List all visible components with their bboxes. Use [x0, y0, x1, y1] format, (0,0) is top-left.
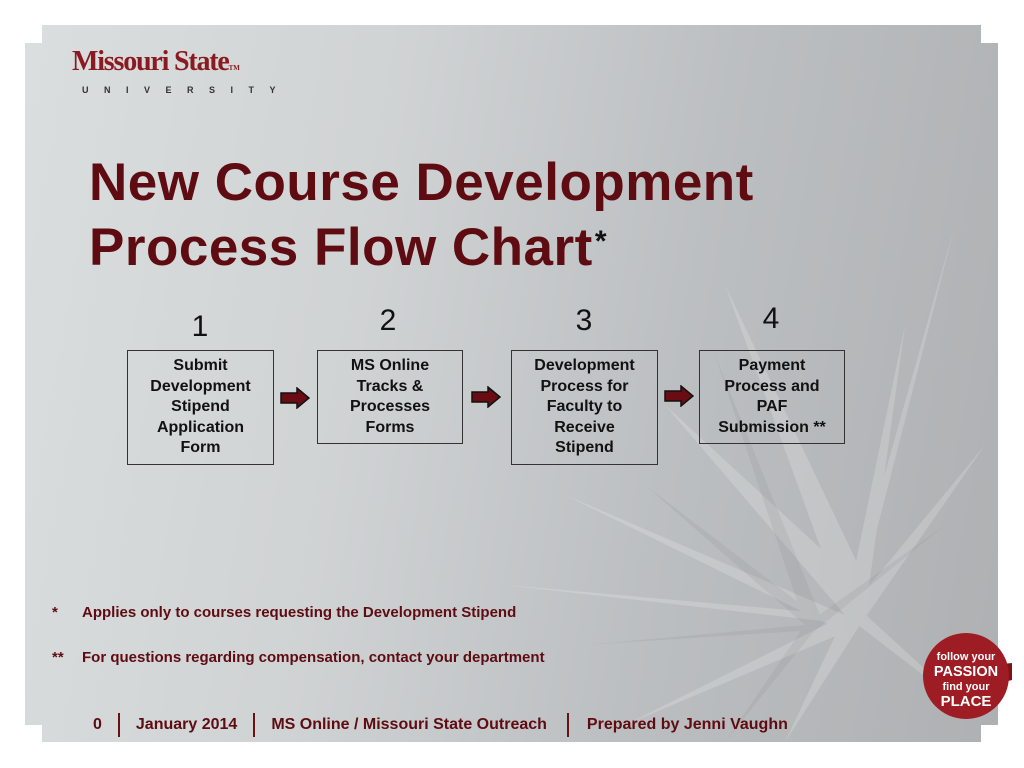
- title-line-2: Process Flow Chart*: [89, 215, 754, 280]
- page-number: 0: [93, 716, 102, 733]
- footnote-single-asterisk: * Applies only to courses requesting the …: [52, 604, 516, 621]
- footer-divider: [253, 713, 256, 737]
- footer-divider: [566, 713, 569, 737]
- title-asterisk: *: [594, 225, 607, 258]
- right-arrow-icon: [664, 385, 694, 407]
- step-number-4: 4: [762, 302, 780, 335]
- footnote-mark: *: [52, 604, 58, 621]
- footer-prepared-by: Prepared by Jenni Vaughn: [586, 716, 788, 733]
- logo-name: Missouri State: [72, 46, 230, 77]
- right-arrow-icon: [471, 386, 501, 408]
- step-box-1: Submit Development Stipend Application F…: [127, 350, 274, 465]
- title-line-2-text: Process Flow Chart: [89, 218, 593, 277]
- step-box-2: MS Online Tracks & Processes Forms: [317, 350, 463, 444]
- logo-wordmark: Missouri StateTM: [72, 48, 291, 82]
- step-number-2: 2: [379, 304, 397, 337]
- footnote-double-asterisk: ** For questions regarding compensation, …: [52, 649, 545, 666]
- logo-subtitle: UNIVERSITY: [82, 85, 292, 95]
- footer-date: January 2014: [135, 716, 238, 733]
- passion-place-badge: follow your PASSION find your PLACE: [923, 633, 1012, 719]
- title-line-1: New Course Development: [89, 153, 754, 212]
- footer-department: MS Online / Missouri State Outreach: [271, 716, 547, 733]
- footnote-mark: **: [52, 649, 64, 666]
- badge-line-3: find your: [942, 681, 990, 693]
- badge-line-4: PLACE: [941, 693, 992, 710]
- footer-divider: [117, 713, 120, 737]
- step-number-3: 3: [575, 304, 593, 337]
- right-arrow-icon: [280, 387, 310, 409]
- badge-line-2: PASSION: [934, 664, 998, 680]
- step-box-3: Development Process for Faculty to Recei…: [511, 350, 658, 465]
- footnote-text: Applies only to courses requesting the D…: [82, 604, 517, 621]
- step-box-4: Payment Process and PAF Submission **: [699, 350, 845, 444]
- footnote-text: For questions regarding compensation, co…: [82, 649, 545, 666]
- university-logo: Missouri StateTM UNIVERSITY: [72, 48, 292, 96]
- page-title: New Course Development Process Flow Char…: [89, 150, 754, 280]
- slide: Missouri StateTM UNIVERSITY New Course D…: [0, 0, 1024, 768]
- slide-footer: 0 January 2014 MS Online / Missouri Stat…: [93, 713, 788, 737]
- logo-trademark: TM: [228, 64, 240, 72]
- badge-line-1: follow your: [937, 651, 996, 663]
- step-number-1: 1: [191, 310, 209, 343]
